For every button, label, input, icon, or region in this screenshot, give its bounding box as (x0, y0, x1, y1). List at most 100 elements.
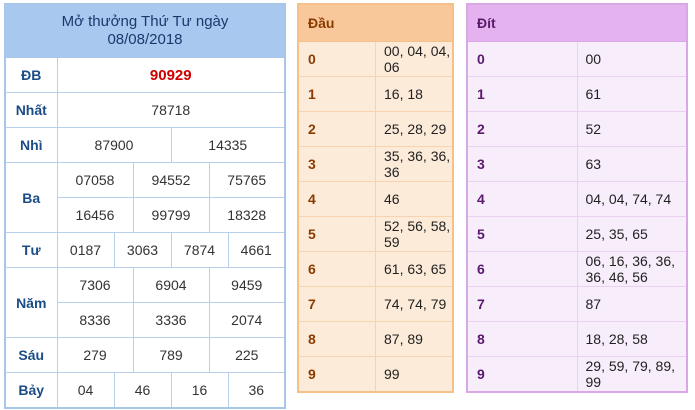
head-digit-row: 2 25, 28, 29 (298, 111, 453, 147)
tail-digit-row-value: 06, 16, 36, 36, 36, 46, 56 (576, 251, 687, 287)
prize-sau-value: 789 (132, 337, 210, 373)
results-title-line1: Mở thưởng Thứ Tư ngày (61, 13, 229, 30)
prize-label-sau: Sáu (4, 337, 58, 373)
prize-row-ba: Ba 07058 94552 75765 (4, 162, 286, 233)
head-digit-row-value: 25, 28, 29 (375, 111, 453, 147)
prize-nam-value: 2074 (208, 302, 286, 338)
tail-digit-row-value: 29, 59, 79, 89, 99 (576, 356, 687, 393)
prize-ba-value: 18328 (208, 197, 286, 233)
prize-nhi-value: 87900 (56, 127, 172, 163)
head-digit-row-value: 74, 74, 79 (375, 286, 453, 322)
prize-label-tu: Tư (4, 232, 58, 268)
tail-digit-row: 6 06, 16, 36, 36, 36, 46, 56 (467, 251, 687, 287)
prize-ba-value: 16456 (56, 197, 134, 233)
head-digit-row-value: 00, 04, 04, 06 (375, 41, 453, 77)
tail-digit-row-key: 3 (467, 146, 577, 182)
tail-digit-row-value: 18, 28, 58 (576, 321, 687, 357)
prize-ba-value: 75765 (208, 162, 286, 198)
prize-bay-value: 46 (113, 372, 172, 408)
head-digit-row-value: 35, 36, 36, 36 (375, 146, 453, 182)
prize-nam-value: 9459 (208, 267, 286, 303)
tail-digit-row: 2 52 (467, 111, 687, 147)
prize-tu-value: 4661 (227, 232, 286, 268)
prize-row-db: ĐB 90929 (4, 57, 286, 93)
head-digit-row: 5 52, 56, 58, 59 (298, 216, 453, 252)
head-digit-row: 8 87, 89 (298, 321, 453, 357)
tail-digit-row: 1 61 (467, 76, 687, 112)
prize-db-value: 90929 (56, 57, 286, 93)
tail-digit-row-value: 87 (576, 286, 687, 322)
head-digit-row: 0 00, 04, 04, 06 (298, 41, 453, 77)
head-digit-row: 4 46 (298, 181, 453, 217)
head-digit-row-value: 16, 18 (375, 76, 453, 112)
tail-digit-table: Đít 0 00 1 61 2 52 3 63 4 04, 04, 74, 74 5 25, 35, … (466, 3, 688, 393)
prize-bay-value: 04 (56, 372, 115, 408)
tail-digit-row-value: 52 (576, 111, 687, 147)
head-digit-row-key: 5 (298, 216, 376, 252)
tail-digit-row-key: 6 (467, 251, 577, 287)
prize-label-nhi: Nhì (4, 127, 58, 163)
tail-digit-row-value: 25, 35, 65 (576, 216, 687, 252)
prize-nam-value: 8336 (56, 302, 134, 338)
prize-row-nhat: Nhất 78718 (4, 92, 286, 128)
tail-digit-row: 9 29, 59, 79, 89, 99 (467, 356, 687, 393)
results-date: 08/08/2018 (107, 31, 183, 48)
lottery-results-table: Mở thưởng Thứ Tư ngày 08/08/2018 ĐB 9092… (4, 3, 286, 409)
results-title: Mở thưởng Thứ Tư ngày 08/08/2018 (4, 3, 286, 58)
tail-digit-header: Đít (467, 4, 687, 42)
head-digit-row-key: 9 (298, 356, 376, 393)
prize-row-nhi: Nhì 87900 14335 (4, 127, 286, 163)
prize-sau-value: 279 (56, 337, 134, 373)
prize-label-nhat: Nhất (4, 92, 58, 128)
prize-ba-value: 07058 (56, 162, 134, 198)
head-digit-row-key: 0 (298, 41, 376, 77)
head-digit-row-value: 52, 56, 58, 59 (375, 216, 453, 252)
tail-digit-row: 4 04, 04, 74, 74 (467, 181, 687, 217)
prize-sau-value: 225 (208, 337, 286, 373)
tail-digit-row-key: 5 (467, 216, 577, 252)
head-digit-table: Đầu 0 00, 04, 04, 06 1 16, 18 2 25, 28, 29 3 35… (297, 3, 454, 393)
tail-digit-row-key: 9 (467, 356, 577, 393)
head-digit-row-value: 61, 63, 65 (375, 251, 453, 287)
tail-digit-row-key: 8 (467, 321, 577, 357)
prize-row-nam: Năm 7306 6904 9459 (4, 267, 286, 338)
prize-bay-value: 16 (170, 372, 229, 408)
tail-digit-row-key: 0 (467, 41, 577, 77)
tail-digit-row-key: 4 (467, 181, 577, 217)
tail-digit-row: 7 87 (467, 286, 687, 322)
head-digit-row-key: 3 (298, 146, 376, 182)
prize-nam-value: 7306 (56, 267, 134, 303)
prize-nam-value: 3336 (132, 302, 210, 338)
prize-label-ba: Ba (4, 162, 58, 233)
tail-digit-row-value: 00 (576, 41, 687, 77)
prize-nam-value: 6904 (132, 267, 210, 303)
prize-tu-value: 0187 (56, 232, 115, 268)
tail-digit-row-value: 63 (576, 146, 687, 182)
head-digit-row-key: 1 (298, 76, 376, 112)
tail-digit-row-key: 2 (467, 111, 577, 147)
head-digit-row: 1 16, 18 (298, 76, 453, 112)
tail-digit-row: 3 63 (467, 146, 687, 182)
head-digit-row-key: 7 (298, 286, 376, 322)
tail-digit-row: 5 25, 35, 65 (467, 216, 687, 252)
prize-row-tu: Tư 0187 3063 7874 4661 (4, 232, 286, 268)
tail-digit-row-value: 04, 04, 74, 74 (576, 181, 687, 217)
tail-digit-row: 0 00 (467, 41, 687, 77)
prize-label-bay: Bảy (4, 372, 58, 408)
head-digit-row-key: 4 (298, 181, 376, 217)
tail-digit-row-key: 1 (467, 76, 577, 112)
head-digit-row-key: 8 (298, 321, 376, 357)
tail-digit-row: 8 18, 28, 58 (467, 321, 687, 357)
prize-label-nam: Năm (4, 267, 58, 338)
head-digit-row-value: 46 (375, 181, 453, 217)
tail-digit-row-key: 7 (467, 286, 577, 322)
head-digit-row: 9 99 (298, 356, 453, 393)
prize-row-bay: Bảy 04 46 16 36 (4, 372, 286, 408)
prize-label-db: ĐB (4, 57, 58, 93)
head-digit-header: Đầu (298, 4, 453, 42)
head-digit-row: 3 35, 36, 36, 36 (298, 146, 453, 182)
prize-tu-value: 3063 (113, 232, 172, 268)
tail-digit-row-value: 61 (576, 76, 687, 112)
prize-ba-value: 94552 (132, 162, 210, 198)
prize-nhi-value: 14335 (170, 127, 286, 163)
